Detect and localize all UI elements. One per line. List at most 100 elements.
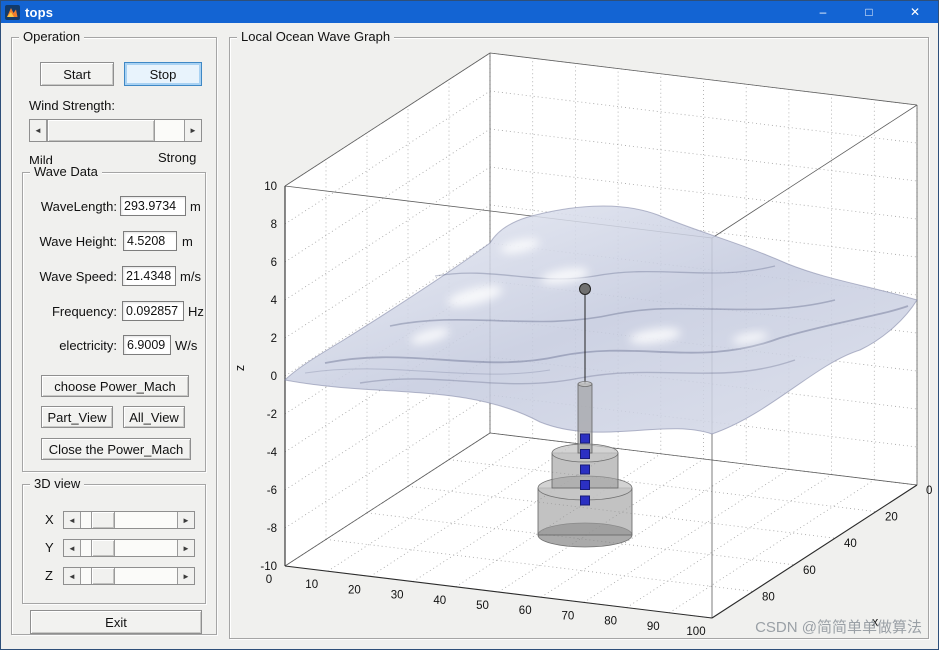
electricity-label: electricity: (59, 338, 117, 353)
x-tick-label: 30 (391, 590, 404, 602)
y-tick-label: 40 (844, 538, 857, 550)
z-tick-label: -8 (267, 523, 277, 535)
wave-height-label: Wave Height: (39, 234, 117, 249)
z-axis-label: z (233, 365, 247, 371)
electricity-input[interactable] (123, 335, 171, 355)
wave-height-unit-label: m (182, 234, 193, 249)
x-view-label: X (45, 512, 54, 527)
frequency-unit-label: Hz (188, 304, 204, 319)
frequency-input[interactable] (122, 301, 184, 321)
close-button[interactable]: ✕ (892, 1, 938, 23)
slider-track[interactable] (115, 568, 177, 584)
wavelength-label: WaveLength: (40, 199, 117, 214)
wave-speed-unit-label: m/s (180, 269, 201, 284)
wave-speed-label: Wave Speed: (39, 269, 117, 284)
titlebar[interactable]: tops – □ ✕ (1, 1, 938, 23)
all-view-button[interactable]: All_View (123, 406, 185, 428)
float-cube (580, 449, 590, 459)
z-tick-label: 10 (264, 181, 277, 193)
y-tick-label: 80 (762, 591, 775, 603)
z-tick-label: 0 (271, 371, 277, 383)
window-controls: – □ ✕ (800, 1, 938, 23)
wind-strength-slider[interactable]: ◄ ► (29, 119, 202, 142)
electricity-unit-label: W/s (175, 338, 198, 353)
x-tick-label: 100 (686, 626, 705, 638)
slider-arrow-right-icon[interactable]: ► (177, 568, 194, 584)
maximize-button[interactable]: □ (846, 1, 892, 23)
z-tick-label: -6 (267, 485, 277, 497)
wind-strength-label: Wind Strength: (29, 98, 115, 113)
slider-arrow-left-icon[interactable]: ◄ (64, 568, 81, 584)
ocean-wave-plot: 1086420-2-4-6-8-100 10 20 30 40 50 60 70 80 90 100… (233, 52, 932, 638)
slider-track[interactable] (115, 512, 177, 528)
slider-arrow-left-icon[interactable]: ◄ (64, 512, 81, 528)
plot-group: Local Ocean Wave Graph 10 8 6 4 2 0 -2 -4 -6 -8 -1… (229, 29, 932, 639)
z-tick-label: 6 (271, 257, 277, 269)
choose-power-mach-button[interactable]: choose Power_Mach (41, 375, 189, 397)
slider-thumb[interactable] (91, 568, 115, 584)
strong-label: Strong (158, 150, 197, 165)
start-button[interactable]: Start (40, 62, 114, 86)
wind-slider-track[interactable] (155, 120, 184, 141)
slider-track[interactable] (81, 540, 91, 556)
wave-height-input[interactable] (123, 231, 177, 251)
z-tick-label: -10 (260, 561, 277, 573)
buoy-ball (579, 283, 591, 295)
x-tick-label: 70 (562, 610, 575, 622)
y-tick-label: 20 (885, 512, 898, 524)
wavelength-unit-label: m (190, 199, 201, 214)
slider-track[interactable] (81, 568, 91, 584)
slider-arrow-left-icon[interactable]: ◄ (64, 540, 81, 556)
operation-group: Operation Start Stop Wind Strength: ◄ ► … (11, 29, 217, 635)
z-view-slider[interactable]: ◄ ► (63, 567, 195, 585)
watermark: CSDN @简简单单做算法 (755, 619, 922, 636)
app-icon (5, 4, 20, 20)
wind-slider-thumb[interactable] (47, 120, 155, 141)
view3d-group-label: 3D view (30, 476, 85, 492)
float-cube (580, 480, 590, 490)
close-power-mach-button[interactable]: Close the Power_Mach (41, 438, 191, 460)
minimize-button[interactable]: – (800, 1, 846, 23)
stop-button[interactable]: Stop (124, 62, 202, 86)
app-window: tops – □ ✕ Operation Start Stop Wind Str… (0, 0, 939, 650)
float-cube (580, 464, 590, 475)
view3d-group: 3D view X ◄ ► Y ◄ ► Z ◄ ► (22, 476, 206, 604)
slider-arrow-right-icon[interactable]: ► (177, 540, 194, 556)
wave-speed-input[interactable] (122, 266, 176, 286)
y-view-label: Y (45, 540, 54, 555)
slider-track[interactable] (81, 512, 91, 528)
x-tick-label: 40 (433, 595, 446, 607)
x-tick-label: 90 (647, 621, 660, 633)
x-tick-label: 80 (604, 616, 617, 628)
z-tick-label: 2 (271, 333, 277, 345)
part-view-button[interactable]: Part_View (41, 406, 113, 428)
exit-button[interactable]: Exit (30, 610, 202, 634)
z-tick-label: 4 (271, 295, 278, 307)
float-cube (580, 495, 590, 506)
x-tick-label: 20 (348, 584, 361, 596)
slider-arrow-right-icon[interactable]: ► (177, 512, 194, 528)
y-tick-label: 0 (926, 485, 932, 497)
slider-arrow-right-icon[interactable]: ► (184, 120, 201, 141)
x-view-slider[interactable]: ◄ ► (63, 511, 195, 529)
slider-arrow-left-icon[interactable]: ◄ (30, 120, 47, 141)
z-tick-label: 8 (271, 219, 277, 231)
slider-thumb[interactable] (91, 540, 115, 556)
z-view-label: Z (45, 568, 53, 583)
slider-track[interactable] (115, 540, 177, 556)
x-tick-label: 50 (476, 600, 489, 612)
float-cube (580, 433, 590, 444)
y-view-slider[interactable]: ◄ ► (63, 539, 195, 557)
frequency-label: Frequency: (51, 304, 117, 319)
z-tick-label: -2 (267, 409, 277, 421)
slider-thumb[interactable] (91, 512, 115, 528)
mast-column-top (577, 381, 593, 387)
wave-data-group-label: Wave Data (30, 164, 102, 180)
wave-data-group: Wave Data WaveLength: m Wave Height: m W… (22, 164, 206, 472)
x-tick-label: 10 (305, 579, 318, 591)
y-tick-label: 60 (803, 565, 816, 577)
wavelength-input[interactable] (120, 196, 186, 216)
window-title: tops (25, 4, 54, 20)
z-tick-label: -4 (267, 447, 278, 459)
x-tick-label: 0 (266, 574, 272, 586)
